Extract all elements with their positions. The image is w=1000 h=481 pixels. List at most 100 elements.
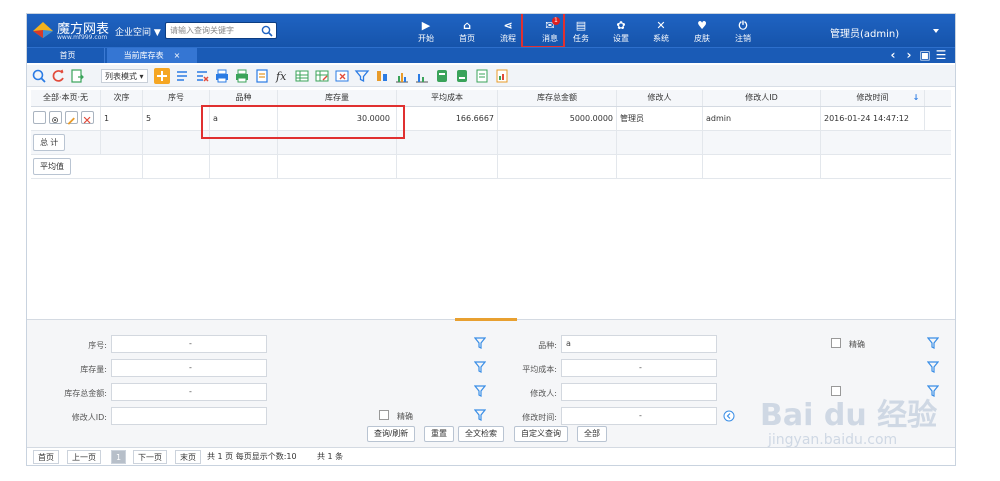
baidu-watermark: Bai du 经验 jingyan.baidu.com — [760, 390, 960, 460]
column-header-seq[interactable]: 序号 — [143, 90, 210, 106]
nav-skin-button[interactable]: ♥ 皮肤 — [684, 16, 720, 46]
nav-system-button[interactable]: ✕ 系统 — [643, 16, 679, 46]
database-button[interactable] — [434, 68, 450, 84]
modifier-id-input[interactable] — [111, 407, 267, 425]
user-dropdown-arrow-icon[interactable] — [933, 29, 939, 33]
export-icon — [71, 69, 84, 83]
nav-settings-button[interactable]: ✿ 设置 — [603, 16, 639, 46]
search-input[interactable] — [170, 24, 256, 37]
delete-list-button[interactable] — [194, 68, 210, 84]
column-header-modifier[interactable]: 修改人 — [617, 90, 703, 106]
custom-query-button[interactable]: 自定义查询 — [514, 426, 568, 442]
chart-button[interactable] — [414, 68, 430, 84]
task-icon: ▤ — [575, 19, 587, 32]
print-button[interactable] — [214, 68, 230, 84]
last-page-button[interactable]: 末页 — [175, 450, 201, 464]
column-header-qty[interactable]: 库存量 — [278, 90, 397, 106]
user-menu[interactable]: 管理员(admin) — [830, 25, 899, 40]
search-box — [165, 22, 277, 39]
column-header-modifier-id[interactable]: 修改人ID — [703, 90, 821, 106]
list-mode-dropdown[interactable]: 列表模式 ▾ — [101, 69, 148, 83]
total-range-input[interactable]: - — [111, 383, 267, 401]
table-delete-button[interactable] — [334, 68, 350, 84]
qty-range-input[interactable]: - — [111, 359, 267, 377]
edit-list-button[interactable] — [174, 68, 190, 84]
close-icon[interactable]: × — [174, 51, 181, 60]
system-icon: ✕ — [656, 19, 666, 32]
filter-icon[interactable] — [474, 337, 486, 349]
prev-page-button[interactable]: 上一页 — [67, 450, 101, 464]
seq-range-input[interactable]: - — [111, 335, 267, 353]
report-button[interactable] — [494, 68, 510, 84]
print-setup-button[interactable] — [234, 68, 250, 84]
nav-logout-button[interactable]: ⏻ 注销 — [725, 16, 761, 46]
edit-icon[interactable] — [65, 111, 78, 125]
skin-icon: ♥ — [697, 19, 707, 32]
next-page-button[interactable]: 下一页 — [133, 450, 167, 464]
exact-checkbox-variety[interactable] — [831, 338, 841, 348]
column-header-avg-cost[interactable]: 平均成本 — [397, 90, 498, 106]
average-button[interactable]: 平均值 — [33, 158, 71, 175]
tab-home[interactable]: 首页 — [31, 48, 105, 63]
filter-button[interactable] — [354, 68, 370, 84]
workspace-dropdown[interactable]: 企业空间 ▼ — [115, 25, 161, 38]
variety-input[interactable]: a — [561, 335, 717, 353]
filter-icon[interactable] — [474, 385, 486, 397]
search-tool-button[interactable] — [31, 68, 47, 84]
chevron-left-icon[interactable]: ‹ — [885, 48, 901, 63]
save-icon[interactable]: ▣ — [917, 48, 933, 63]
filter-icon[interactable] — [474, 361, 486, 373]
modified-time-range-input[interactable]: - — [561, 407, 717, 425]
sheet-button[interactable] — [474, 68, 490, 84]
tab-bar: 首页 当前库存表 × ‹ › ▣ ☰ — [27, 47, 955, 63]
column-header-select[interactable]: 全部·本页·无 — [31, 90, 101, 106]
filter-icon[interactable] — [927, 361, 939, 373]
logout-icon: ⏻ — [738, 19, 748, 32]
query-refresh-button[interactable]: 查询/刷新 — [367, 426, 416, 442]
column-header-order[interactable]: 次序 — [101, 90, 143, 106]
column-header-total[interactable]: 库存总金额 — [498, 90, 617, 106]
nav-home-button[interactable]: ⌂ 首页 — [449, 16, 485, 46]
cell-order: 1 — [101, 107, 143, 130]
search-icon[interactable] — [261, 25, 273, 37]
first-page-button[interactable]: 首页 — [33, 450, 59, 464]
menu-icon[interactable]: ☰ — [933, 48, 949, 63]
tab-current-stock[interactable]: 当前库存表 × — [107, 48, 197, 63]
formula-button[interactable]: fx — [274, 68, 290, 84]
export-button[interactable] — [69, 68, 85, 84]
database-edit-button[interactable] — [454, 68, 470, 84]
panel-toggle-handle[interactable] — [455, 318, 517, 321]
exact-checkbox-modifier-id[interactable] — [379, 410, 389, 420]
chevron-right-icon[interactable]: › — [901, 48, 917, 63]
sort-down-icon[interactable]: ↓ — [907, 90, 925, 106]
modifier-input[interactable] — [561, 383, 717, 401]
view-icon[interactable] — [49, 111, 62, 124]
date-picker-icon[interactable] — [723, 410, 735, 422]
table-view-button[interactable] — [294, 68, 310, 84]
bar-chart-button[interactable] — [394, 68, 410, 84]
refresh-button[interactable] — [50, 68, 66, 84]
formula-icon: fx — [275, 70, 287, 83]
magnifier-icon — [32, 69, 46, 83]
nav-start-button[interactable]: ▶ 开始 — [408, 16, 444, 46]
filter-icon[interactable] — [927, 337, 939, 349]
filter-label-total: 库存总金额: — [64, 389, 107, 398]
row-checkbox[interactable] — [33, 111, 46, 124]
delete-icon[interactable] — [81, 111, 94, 124]
fulltext-search-button[interactable]: 全文检索 — [458, 426, 504, 442]
table-row[interactable]: 1 5 a 30.0000 166.6667 5000.0000 管理员 adm… — [31, 107, 951, 131]
reset-button[interactable]: 重置 — [424, 426, 454, 442]
cell-modifier-id: admin — [703, 107, 821, 130]
current-page[interactable]: 1 — [111, 450, 127, 464]
table-edit-button[interactable] — [314, 68, 330, 84]
add-button[interactable] — [154, 68, 170, 84]
all-button[interactable]: 全部 — [577, 426, 607, 442]
nav-task-button[interactable]: ▤ 任务 — [563, 16, 599, 46]
avg-cost-range-input[interactable]: - — [561, 359, 717, 377]
column-header-variety[interactable]: 品种 — [210, 90, 278, 106]
filter-icon[interactable] — [474, 409, 486, 421]
column-stats-button[interactable] — [374, 68, 390, 84]
import-button[interactable] — [254, 68, 270, 84]
table-edit-icon — [315, 70, 329, 82]
watermark-url: jingyan.baidu.com — [768, 432, 898, 448]
